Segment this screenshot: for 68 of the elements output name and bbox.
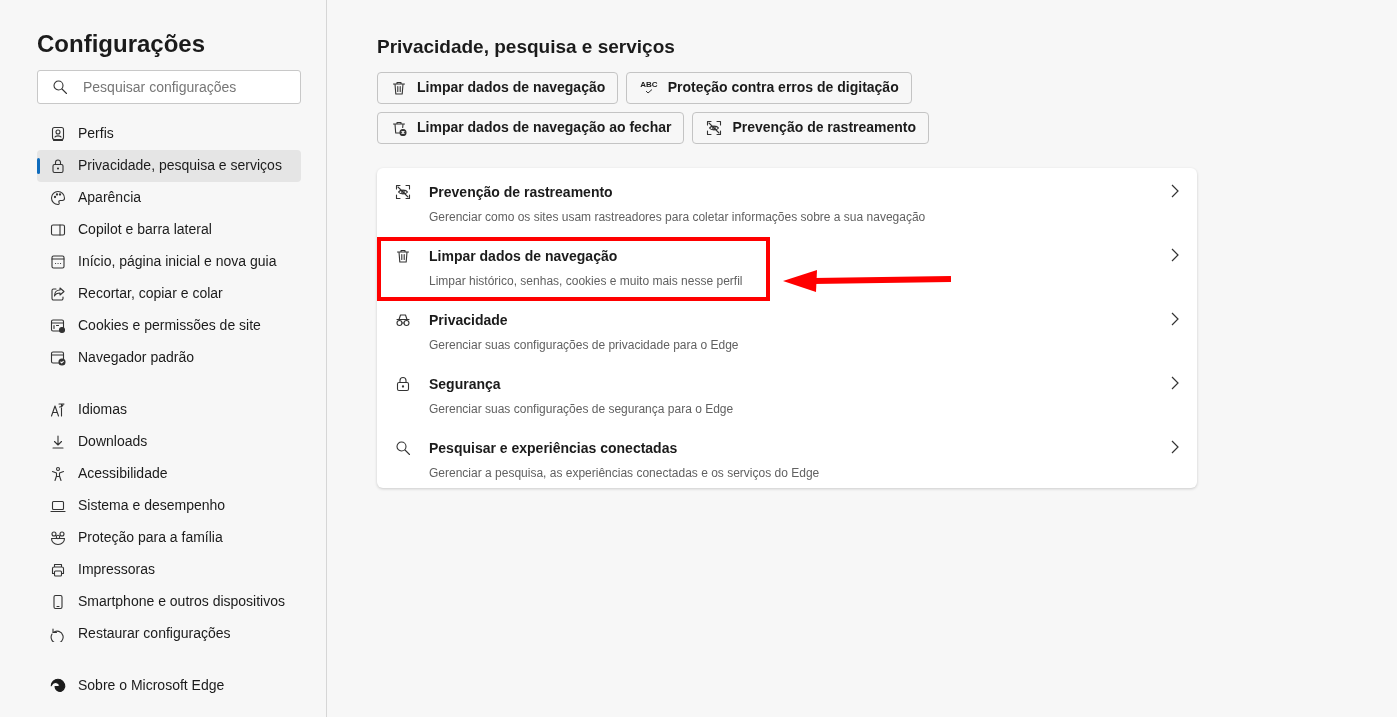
row-description: Gerenciar suas configurações de privacidade para o Edge	[429, 337, 739, 352]
sidebar-item[interactable]: Idiomas	[37, 393, 301, 426]
shortcut-button[interactable]: Limpar dados de navegação	[377, 71, 619, 104]
phone-icon	[50, 593, 66, 610]
row-title: Segurança	[429, 375, 502, 393]
sidebar-item[interactable]: Copilot e barra lateral	[37, 213, 301, 246]
search-icon	[52, 78, 68, 95]
chevron-icon	[1171, 311, 1179, 326]
accessibility-icon	[50, 465, 66, 482]
row-description: Gerenciar como os sites usam rastreadores para coletar informações sobre a sua navegação	[429, 209, 926, 224]
page-title: Configurações	[37, 30, 207, 59]
row-title: Privacidade	[429, 311, 509, 329]
sidebar-item[interactable]: Início, página inicial e nova guia	[37, 245, 301, 278]
settings-row[interactable]: Pesquisar e experiências conectadas Gerenciar a pesquisa, as experiências conectadas e os serviços do Edge	[377, 423, 1197, 488]
sidebar-item[interactable]: Privacidade, pesquisa e serviços	[37, 149, 301, 182]
tracking-prevention-icon	[395, 183, 411, 200]
row-description: Limpar histórico, senhas, cookies e muito mais nesse perfil	[429, 273, 743, 288]
tracking-prevention-icon	[706, 119, 723, 136]
palette-icon	[50, 189, 66, 206]
lock-icon	[50, 157, 66, 174]
profile-icon	[50, 125, 66, 142]
search-icon	[395, 439, 411, 456]
row-description: Gerenciar a pesquisa, as experiências conectadas e os serviços do Edge	[429, 465, 820, 480]
lock-icon	[395, 375, 411, 392]
settings-row[interactable]: Prevenção de rastreamento Gerenciar como os sites usam rastreadores para coletar informações sobre a sua navegação	[377, 167, 1197, 232]
chevron-icon	[1171, 439, 1179, 454]
sidebar-item[interactable]: Recortar, copiar e colar	[37, 277, 301, 310]
sidebar-item[interactable]: Perfis	[37, 117, 301, 150]
settings-row[interactable]: Privacidade Gerenciar suas configurações de privacidade para o Edge	[377, 295, 1197, 360]
shortcut-button[interactable]: ABC Proteção contra erros de digitação	[626, 71, 912, 104]
sidebar-item[interactable]: Proteção para a família	[37, 521, 301, 554]
sidebar-icon	[50, 221, 66, 238]
sidebar-item[interactable]: Impressoras	[37, 553, 301, 586]
download-icon	[50, 433, 66, 450]
sidebar-item[interactable]: Cookies e permissões de site	[37, 309, 301, 342]
sidebar-item[interactable]: Smartphone e outros dispositivos	[37, 585, 301, 618]
settings-row[interactable]: Segurança Gerenciar suas configurações de segurança para o Edge	[377, 359, 1197, 424]
sidebar-item[interactable]: Acessibilidade	[37, 457, 301, 490]
printer-icon	[50, 561, 66, 578]
shortcut-button[interactable]: Limpar dados de navegação ao fechar	[377, 111, 685, 144]
language-icon	[50, 401, 66, 418]
home-page-icon	[50, 253, 66, 270]
shortcut-button[interactable]: Prevenção de rastreamento	[692, 111, 930, 144]
trash-icon	[395, 247, 411, 264]
cookie-settings-icon	[50, 317, 66, 334]
row-description: Gerenciar suas configurações de segurança para o Edge	[429, 401, 734, 416]
glasses-icon	[395, 311, 411, 328]
chevron-icon	[1171, 247, 1179, 262]
sidebar-item[interactable]: Aparência	[37, 181, 301, 214]
sidebar-item[interactable]: Sistema e desempenho	[37, 489, 301, 522]
sidebar-item[interactable]: Sobre o Microsoft Edge	[37, 669, 301, 702]
trash-close-icon	[391, 119, 407, 136]
edge-logo-icon	[50, 677, 66, 694]
browser-check-icon	[50, 349, 66, 366]
share-icon	[50, 285, 66, 302]
row-title: Pesquisar e experiências conectadas	[429, 439, 679, 457]
chevron-icon	[1171, 375, 1179, 390]
search-field[interactable]: Pesquisar configurações	[37, 69, 301, 104]
row-title: Prevenção de rastreamento	[429, 183, 614, 201]
section-heading: Privacidade, pesquisa e serviços	[377, 36, 676, 59]
chevron-icon	[1171, 183, 1179, 198]
sidebar-item[interactable]: Navegador padrão	[37, 341, 301, 374]
sidebar-item[interactable]: Downloads	[37, 425, 301, 458]
trash-icon	[391, 79, 407, 96]
family-icon	[50, 529, 66, 546]
settings-row[interactable]: Limpar dados de navegação Limpar histórico, senhas, cookies e muito mais nesse perfil	[377, 231, 1197, 296]
sidebar-item[interactable]: Restaurar configurações	[37, 617, 301, 650]
row-title: Limpar dados de navegação	[429, 247, 619, 265]
